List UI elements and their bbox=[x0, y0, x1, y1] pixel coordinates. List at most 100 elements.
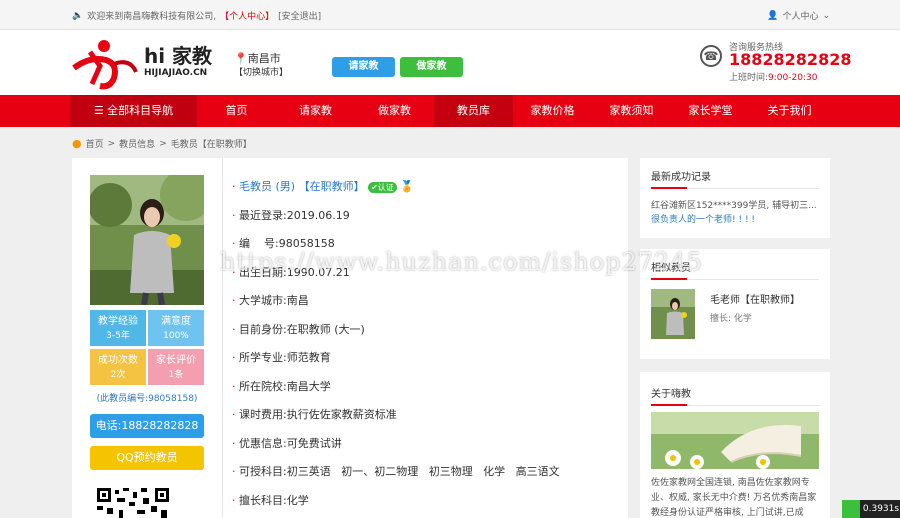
logo-text: hi 家教 bbox=[144, 44, 213, 68]
nav-item-notice[interactable]: 家教须知 bbox=[592, 95, 671, 127]
city-selector[interactable]: 📍南昌市 【切换城市】 bbox=[234, 52, 288, 80]
chevron-down-icon: ⌄ bbox=[822, 10, 830, 21]
load-timer: 0.3931s bbox=[842, 500, 900, 518]
stat-value: 100% bbox=[163, 331, 189, 341]
teacher-id-note: (此教员编号:98058158) bbox=[96, 394, 198, 404]
location-pin-icon: 📍 bbox=[234, 52, 248, 65]
nav-item-parent-school[interactable]: 家长学堂 bbox=[671, 95, 750, 127]
welcome-text: 欢迎来到南昌嗨教科技有限公司, bbox=[87, 12, 217, 22]
breadcrumb-teachers[interactable]: 教员信息 bbox=[119, 137, 155, 150]
watermark-text: https://www.huzhan.com/ishop27245 bbox=[220, 248, 703, 276]
teacher-name: 毛教员 (男) bbox=[239, 180, 296, 193]
hire-tutor-button[interactable]: 请家教 bbox=[332, 57, 395, 77]
field-label: 大学城市: bbox=[239, 294, 287, 307]
nav-item-be-tutor[interactable]: 做家教 bbox=[355, 95, 434, 127]
phone-icon: ☎ bbox=[700, 45, 722, 67]
breadcrumb-home[interactable]: 首页 bbox=[86, 137, 104, 150]
stat-success: 成功次数 2次 bbox=[90, 349, 146, 385]
qq-booking-button[interactable]: QQ预约教员 bbox=[90, 446, 204, 470]
nav-item-home[interactable]: 首页 bbox=[197, 95, 276, 127]
field-label: 擅长科目: bbox=[239, 494, 287, 507]
field-label: 所在院校: bbox=[239, 380, 287, 393]
field-row: · 课时费用:执行佐佐家教薪资标准 bbox=[232, 408, 397, 421]
nav-item-hire-tutor[interactable]: 请家教 bbox=[276, 95, 355, 127]
nav-item-tutor-library[interactable]: 教员库 bbox=[434, 95, 513, 127]
load-time-value: 0.3931s bbox=[862, 504, 900, 514]
similar-teacher-name[interactable]: 毛老师【在职教师】 bbox=[710, 291, 800, 306]
breadcrumb-current: 毛教员【在职教师】 bbox=[170, 140, 252, 150]
be-tutor-button[interactable]: 做家教 bbox=[400, 57, 463, 77]
field-row: · 擅长科目:化学 bbox=[232, 494, 309, 507]
box-title: 关于嗨教 bbox=[651, 389, 691, 400]
teacher-stats: 教学经验 3-5年 满意度 100% 成功次数 2次 家长评价 1条 bbox=[90, 310, 204, 385]
logo-subtext: HIJIAJIAO.CN bbox=[144, 68, 208, 78]
stat-label: 教学经验 bbox=[98, 316, 138, 327]
verified-label: 认证 bbox=[377, 182, 394, 192]
city-name: 南昌市 bbox=[247, 52, 281, 65]
field-value: 可免费试讲 bbox=[286, 437, 342, 450]
field-label: 所学专业: bbox=[239, 351, 287, 364]
field-row: · 所在院校:南昌大学 bbox=[232, 380, 331, 393]
field-label: 可授科目: bbox=[239, 465, 287, 478]
field-label: 目前身份: bbox=[239, 323, 287, 336]
field-value: 化学 bbox=[286, 494, 309, 507]
teacher-name-row: · 毛教员 (男) 【在职教师】 ✔认证 🏅 bbox=[232, 180, 414, 193]
hours-value: 9:00-20:30 bbox=[768, 73, 818, 83]
recent-success-box: 最新成功记录 红谷滩新区152****399学员, 辅导初三... 很负责人的一… bbox=[640, 158, 830, 238]
stat-value: 3-5年 bbox=[106, 331, 130, 341]
personal-center-link[interactable]: 【个人中心】 bbox=[220, 9, 274, 22]
field-row: · 大学城市:南昌 bbox=[232, 294, 309, 307]
site-logo[interactable]: hi 家教 HIJIAJIAO.CN bbox=[70, 38, 220, 90]
field-value: 南昌 bbox=[286, 294, 309, 307]
field-label: 优惠信息: bbox=[239, 437, 287, 450]
menu-icon: ☰ bbox=[93, 104, 108, 117]
stat-label: 满意度 bbox=[161, 316, 191, 327]
phone-button[interactable]: 电话:18828282828 bbox=[90, 414, 204, 438]
stat-value: 1条 bbox=[168, 370, 184, 380]
main-nav: ☰ 全部科目导航 首页 请家教 做家教 教员库 家教价格 家教须知 家长学堂 关… bbox=[0, 95, 900, 127]
hotline-number: 18828282828 bbox=[729, 50, 852, 69]
speaker-icon: 🔈 bbox=[72, 10, 84, 21]
field-value: 初三英语 初一、初二物理 初三物理 化学 高三语文 bbox=[286, 465, 560, 478]
field-value: 师范教育 bbox=[286, 351, 331, 364]
medal-icon: 🏅 bbox=[400, 180, 414, 193]
stat-label: 家长评价 bbox=[156, 355, 196, 366]
box-title: 最新成功记录 bbox=[651, 172, 711, 183]
all-categories-label: 全部科目导航 bbox=[107, 104, 174, 117]
field-row: · 目前身份:在职教师 (大一) bbox=[232, 323, 365, 336]
stat-satisfaction: 满意度 100% bbox=[148, 310, 204, 346]
teacher-title-tag: 【在职教师】 bbox=[298, 180, 365, 193]
nav-item-about[interactable]: 关于我们 bbox=[750, 95, 829, 127]
similar-teacher-photo[interactable] bbox=[651, 289, 695, 339]
hotline: ☎ 咨询服务热线 18828282828 上班时间:9:00-20:30 bbox=[700, 40, 851, 86]
field-value: 执行佐佐家教薪资标准 bbox=[286, 408, 397, 421]
field-row: · 最近登录:2019.06.19 bbox=[232, 209, 350, 222]
field-row: · 所学专业:师范教育 bbox=[232, 351, 331, 364]
nav-item-prices[interactable]: 家教价格 bbox=[513, 95, 592, 127]
field-row: · 优惠信息:可免费试讲 bbox=[232, 437, 342, 450]
recent-record-line[interactable]: 红谷滩新区152****399学员, 辅导初三... bbox=[651, 198, 817, 211]
verified-badge: ✔认证 bbox=[368, 181, 397, 193]
location-icon: ● bbox=[72, 137, 82, 150]
field-row: · 可授科目:初三英语 初一、初二物理 初三物理 化学 高三语文 bbox=[232, 465, 560, 478]
chart-icon bbox=[842, 500, 860, 518]
field-value: 南昌大学 bbox=[286, 380, 331, 393]
all-categories-button[interactable]: ☰ 全部科目导航 bbox=[70, 95, 197, 127]
similar-teacher-subject: 擅长: 化学 bbox=[710, 314, 752, 324]
top-bar: 🔈 欢迎来到南昌嗨教科技有限公司, 【个人中心】 [安全退出] 👤 个人中心 ⌄ bbox=[0, 0, 900, 30]
switch-city-link[interactable]: 【切换城市】 bbox=[234, 68, 288, 78]
stat-reviews: 家长评价 1条 bbox=[148, 349, 204, 385]
logout-link[interactable]: [安全退出] bbox=[278, 9, 321, 22]
logo-mark-icon bbox=[72, 40, 138, 90]
field-value: 在职教师 (大一) bbox=[286, 323, 365, 336]
user-menu-label: 个人中心 bbox=[782, 12, 819, 22]
recent-record-comment: 很负责人的一个老师! ! ! ! bbox=[651, 215, 756, 225]
field-label: 最近登录: bbox=[239, 209, 287, 222]
teacher-photo bbox=[90, 175, 204, 305]
field-value: 2019.06.19 bbox=[286, 209, 350, 222]
box-divider bbox=[651, 278, 819, 280]
panel-divider bbox=[222, 158, 223, 518]
header: hi 家教 HIJIAJIAO.CN 📍南昌市 【切换城市】 请家教 做家教 ☎… bbox=[0, 30, 900, 95]
user-menu[interactable]: 👤 个人中心 ⌄ bbox=[767, 9, 830, 23]
working-hours: 上班时间:9:00-20:30 bbox=[729, 70, 817, 83]
